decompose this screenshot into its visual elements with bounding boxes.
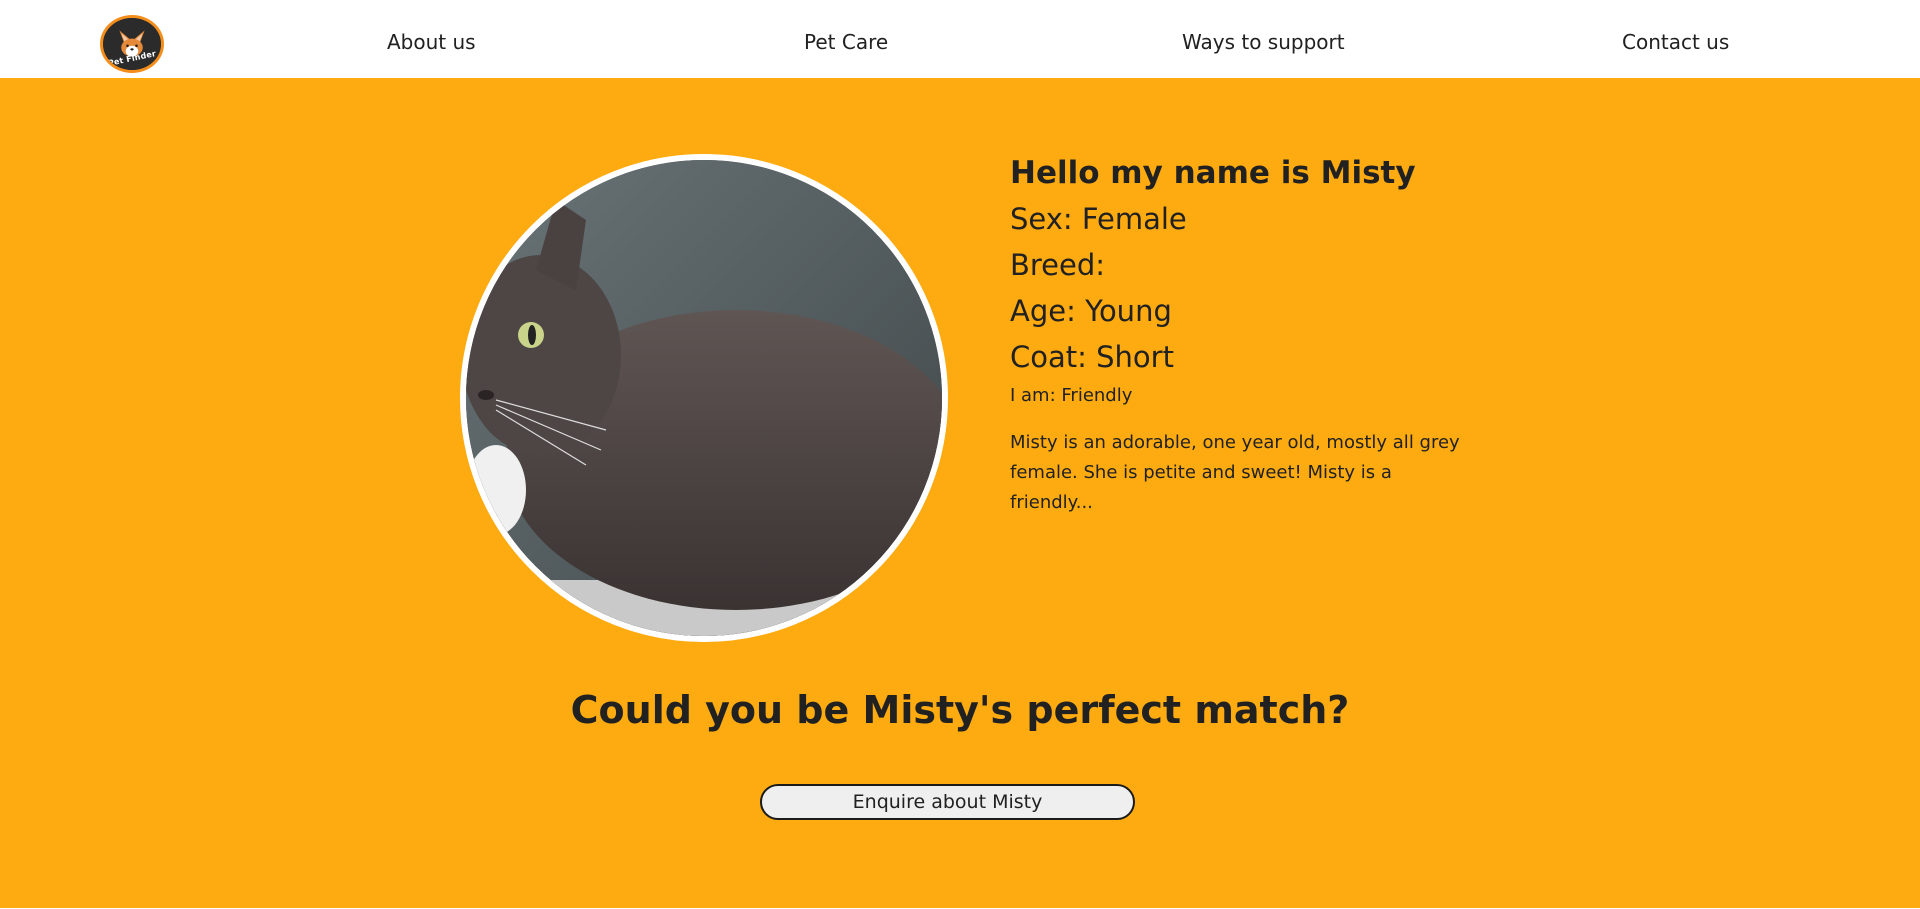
pet-coat: Coat: Short [1010, 340, 1174, 374]
cat-photo [460, 154, 948, 642]
enquire-button[interactable]: Enquire about Misty [760, 784, 1135, 820]
nav-link-ways-to-support[interactable]: Ways to support [1182, 30, 1345, 54]
pet-age: Age: Young [1010, 294, 1172, 328]
top-navbar: Pet Finder About us Pet Care Ways to sup… [0, 0, 1920, 78]
pet-info: Hello my name is Misty Sex: Female Breed… [1010, 150, 1480, 518]
nav-link-contact-us[interactable]: Contact us [1622, 30, 1729, 54]
pet-sex: Sex: Female [1010, 202, 1187, 236]
pet-name-heading: Hello my name is Misty [1010, 155, 1416, 191]
corgi-logo-icon[interactable]: Pet Finder [100, 15, 164, 73]
perfect-match-heading: Could you be Misty's perfect match? [570, 688, 1350, 732]
nav-link-pet-care[interactable]: Pet Care [804, 30, 888, 54]
pet-breed: Breed: [1010, 248, 1106, 282]
pet-temperament: I am: Friendly [1010, 385, 1133, 406]
pet-description: Misty is an adorable, one year old, most… [1010, 432, 1460, 513]
nav-link-about-us[interactable]: About us [387, 30, 476, 54]
